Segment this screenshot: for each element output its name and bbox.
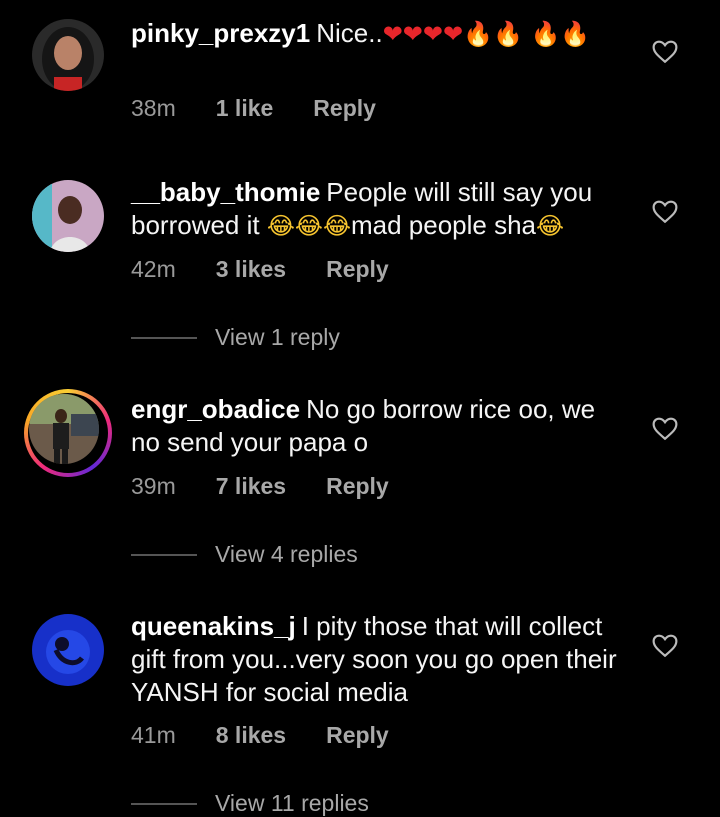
- reply-button[interactable]: Reply: [313, 95, 376, 122]
- divider-line: [131, 336, 197, 339]
- divider-line: [131, 802, 197, 805]
- username[interactable]: pinky_prexzy1: [131, 18, 310, 48]
- likes-count[interactable]: 7 likes: [216, 473, 286, 500]
- reply-button[interactable]: Reply: [326, 473, 389, 500]
- comment-body: Nice..: [316, 18, 383, 48]
- likes-count[interactable]: 3 likes: [216, 256, 286, 283]
- avatar: [29, 394, 99, 464]
- comment-meta: 38m 1 like Reply: [131, 95, 376, 122]
- reply-button[interactable]: Reply: [326, 256, 389, 283]
- comment-text: engr_obadice No go borrow rice oo, we no …: [131, 393, 631, 459]
- timestamp: 38m: [131, 95, 176, 121]
- view-replies-button[interactable]: View 4 replies: [131, 541, 358, 568]
- comment-text: queenakins_j I pity those that will colle…: [131, 610, 631, 709]
- fire-emoji: 🔥🔥 🔥🔥: [463, 20, 591, 48]
- comment-meta: 41m 8 likes Reply: [131, 722, 389, 749]
- comment-meta: 42m 3 likes Reply: [131, 256, 389, 283]
- likes-count[interactable]: 8 likes: [216, 722, 286, 749]
- story-ring[interactable]: [24, 389, 112, 477]
- comment-meta: 39m 7 likes Reply: [131, 473, 389, 500]
- timestamp: 42m: [131, 256, 176, 282]
- comment-text: __baby_thomie People will still say you b…: [131, 176, 631, 243]
- avatar[interactable]: [32, 614, 104, 686]
- view-replies-label: View 4 replies: [215, 541, 358, 567]
- timestamp: 41m: [131, 722, 176, 748]
- username[interactable]: engr_obadice: [131, 394, 300, 424]
- avatar[interactable]: [32, 180, 104, 252]
- view-replies-button[interactable]: View 1 reply: [131, 324, 340, 351]
- heart-outline-icon[interactable]: [652, 40, 678, 64]
- view-replies-label: View 11 replies: [215, 790, 369, 816]
- comment-body-tail: mad people sha: [351, 210, 537, 240]
- heart-outline-icon[interactable]: [652, 634, 678, 658]
- tears-of-joy-emoji: 😂😂😂: [266, 212, 351, 240]
- heart-outline-icon[interactable]: [652, 417, 678, 441]
- heart-outline-icon[interactable]: [652, 200, 678, 224]
- username[interactable]: __baby_thomie: [131, 177, 320, 207]
- red-heart-emoji: ❤❤❤❤: [382, 20, 464, 48]
- avatar[interactable]: [32, 19, 104, 91]
- view-replies-label: View 1 reply: [215, 324, 340, 350]
- view-replies-button[interactable]: View 11 replies: [131, 790, 369, 817]
- divider-line: [131, 553, 197, 556]
- likes-count[interactable]: 1 like: [216, 95, 274, 122]
- comment-text: pinky_prexzy1 Nice..❤❤❤❤🔥🔥 🔥🔥: [131, 17, 601, 51]
- tears-of-joy-emoji: 😂: [536, 212, 565, 240]
- username[interactable]: queenakins_j: [131, 611, 296, 641]
- reply-button[interactable]: Reply: [326, 722, 389, 749]
- timestamp: 39m: [131, 473, 176, 499]
